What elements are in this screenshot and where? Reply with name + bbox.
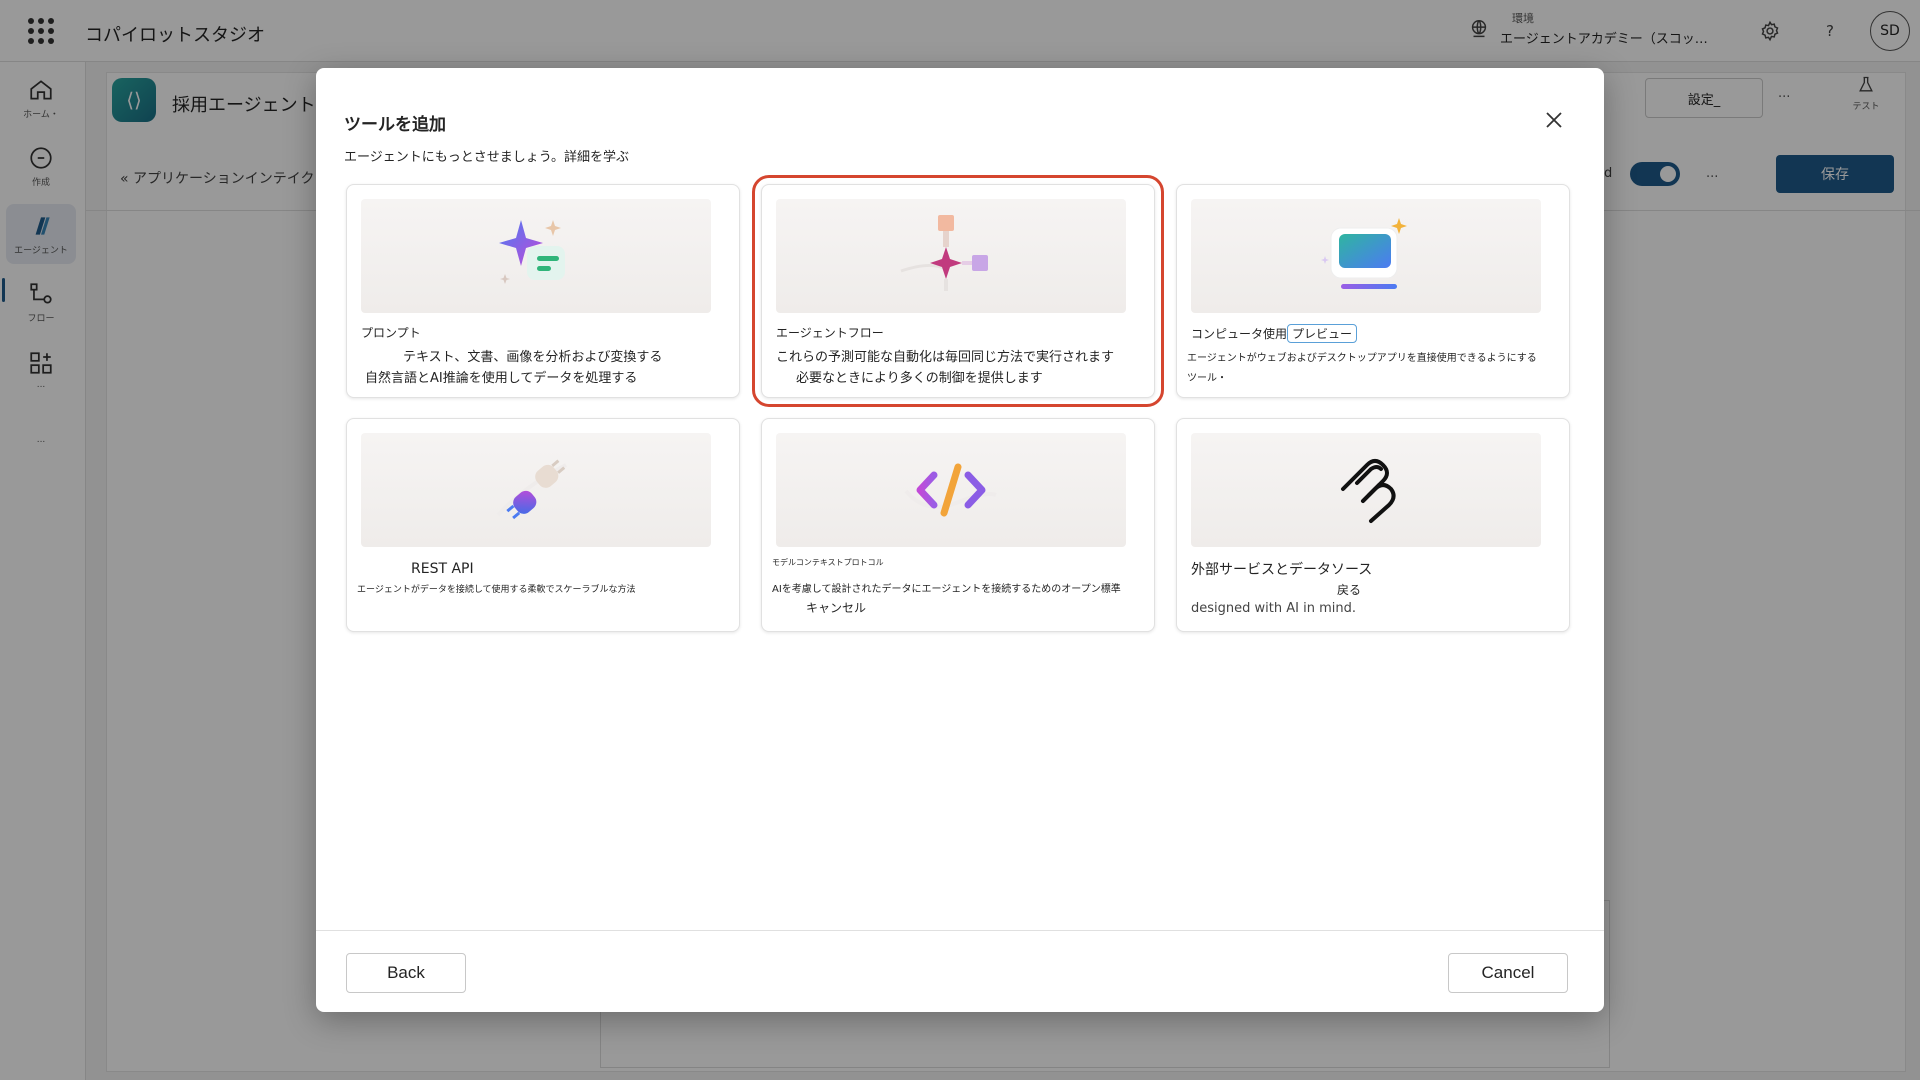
tile-rest-api[interactable]: REST API エージェントがデータを接続して使用する柔軟でスケーラブルな方法 [346, 418, 740, 632]
dialog-subtitle[interactable]: エージェントにもっとさせましょう。詳細を学ぶ [344, 146, 629, 165]
tile-mcp-name: モデルコンテキストプロトコル [772, 558, 884, 567]
cancel-button[interactable]: Cancel [1448, 953, 1568, 993]
tile-computer-use-art [1191, 199, 1541, 313]
tile-computer-use-desc1: エージェントがウェブおよびデスクトップアプリを直接使用できるようにする [1187, 353, 1537, 364]
tile-rest-api-name: REST API [411, 561, 474, 577]
tile-prompt-art [361, 199, 711, 313]
preview-badge: プレビュー [1287, 324, 1358, 343]
tile-external-services-desc1: 戻る [1337, 583, 1362, 597]
close-icon [1546, 112, 1562, 128]
tile-mcp[interactable]: モデルコンテキストプロトコル AIを考慮して設計されたデータにエージェントを接続… [761, 418, 1155, 632]
tile-mcp-desc2: キャンセル [806, 601, 867, 615]
sparkle-prompt-icon [499, 220, 565, 284]
tile-prompt-name: プロンプト [361, 326, 421, 340]
back-button[interactable]: Back [346, 953, 466, 993]
tile-agent-flow-desc2: 必要なときにより多くの制御を提供します [796, 371, 1043, 386]
tile-mcp-art [776, 433, 1126, 547]
plug-icon [496, 459, 567, 520]
tile-agent-flow-name: エージェントフロー [776, 326, 884, 340]
tile-external-services-art [1191, 433, 1541, 547]
tile-rest-api-desc1: エージェントがデータを接続して使用する柔軟でスケーラブルな方法 [357, 585, 636, 595]
tile-rest-api-art [361, 433, 711, 547]
tile-external-services-desc2: designed with AI in mind. [1191, 601, 1356, 616]
tile-external-services-name: 外部サービスとデータソース [1191, 562, 1373, 578]
tile-computer-use[interactable]: コンピュータ使用 プレビュー エージェントがウェブおよびデスクトップアプリを直接使… [1176, 184, 1570, 398]
tile-agent-flow[interactable]: エージェントフロー これらの予測可能な自動化は毎回同じ方法で実行されます 必要な… [752, 175, 1164, 407]
code-icon [904, 463, 997, 517]
mcp-icon [1341, 459, 1396, 523]
tile-computer-use-desc2: ツール・ [1187, 373, 1227, 384]
tile-computer-use-name: コンピュータ使用 プレビュー [1191, 324, 1358, 343]
dialog-title: ツールを追加 [344, 115, 446, 135]
tile-prompt-desc1: テキスト、文書、画像を分析および変換する [403, 350, 663, 365]
tile-agent-flow-art [776, 199, 1126, 313]
computer-use-icon [1321, 218, 1407, 289]
tile-mcp-desc1: AIを考慮して設計されたデータにエージェントを接続するためのオープン標準 [772, 584, 1121, 595]
dialog-footer-divider [316, 930, 1604, 931]
tile-external-services[interactable]: 外部サービスとデータソース 戻る designed with AI in min… [1176, 418, 1570, 632]
tile-prompt-desc2: 自然言語とAI推論を使用してデータを処理する [365, 371, 638, 386]
add-tool-dialog: ツールを追加 エージェントにもっとさせましょう。詳細を学ぶ プロンプト テキスト… [316, 68, 1604, 1012]
tile-computer-use-name-text: コンピュータ使用 [1191, 327, 1288, 341]
tile-prompt[interactable]: プロンプト テキスト、文書、画像を分析および変換する 自然言語とAI推論を使用し… [346, 184, 740, 398]
agent-flow-icon [900, 215, 988, 291]
close-button[interactable] [1538, 104, 1570, 136]
tile-agent-flow-desc1: これらの予測可能な自動化は毎回同じ方法で実行されます [776, 350, 1115, 365]
